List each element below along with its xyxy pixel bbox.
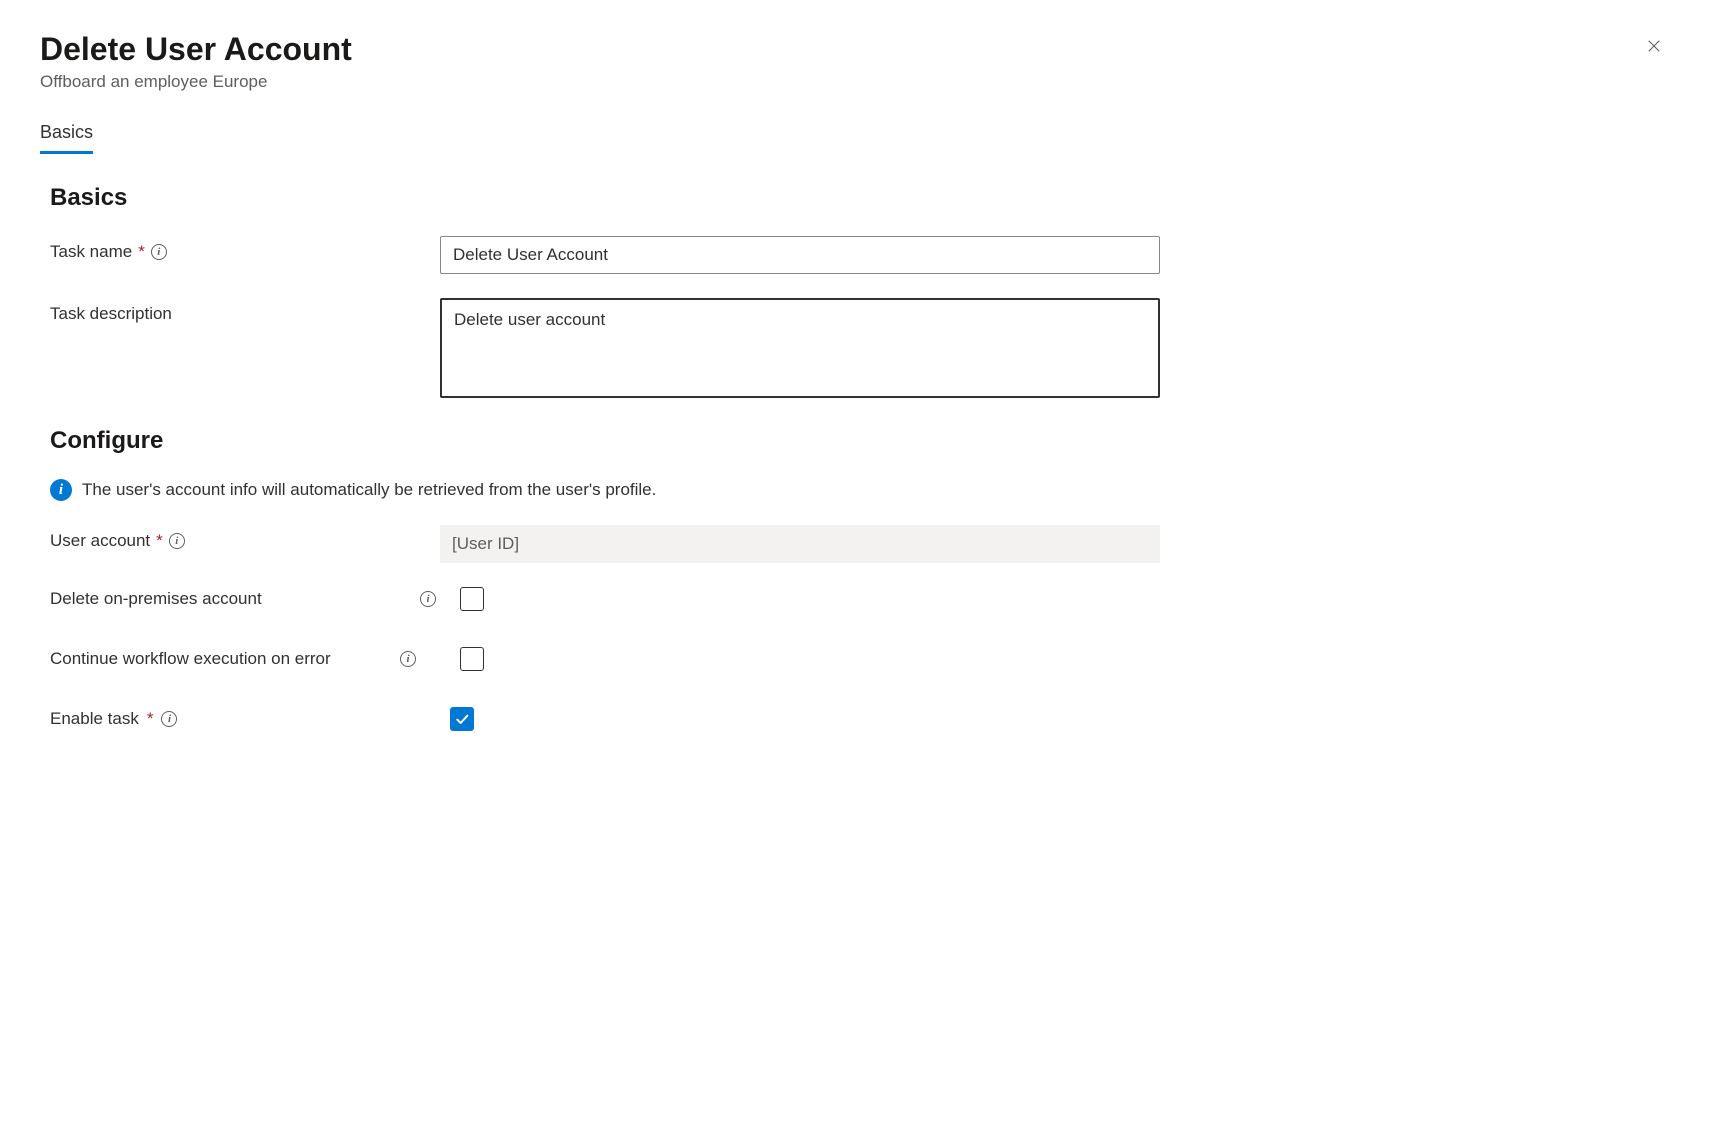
close-icon [1645, 37, 1663, 55]
task-name-input-col [440, 236, 1160, 274]
info-icon[interactable]: i [169, 533, 185, 549]
enable-task-label: Enable task [50, 709, 139, 729]
info-banner-text: The user's account info will automatical… [82, 480, 656, 500]
info-banner-icon: i [50, 479, 72, 501]
page-subtitle: Offboard an employee Europe [40, 72, 352, 92]
info-icon[interactable]: i [161, 711, 177, 727]
header-text: Delete User Account Offboard an employee… [40, 30, 352, 92]
delete-onprem-label: Delete on-premises account [50, 589, 262, 609]
task-description-label-col: Task description [50, 298, 440, 324]
user-account-input-col: [User ID] [440, 525, 1160, 563]
user-account-label-col: User account * i [50, 525, 440, 551]
required-asterisk: * [138, 242, 145, 262]
tab-basics[interactable]: Basics [40, 122, 93, 154]
enable-task-checkbox[interactable] [450, 707, 474, 731]
task-description-label: Task description [50, 304, 172, 324]
close-button[interactable] [1638, 30, 1670, 62]
enable-task-row: Enable task * i [50, 707, 1670, 731]
continue-on-error-row: Continue workflow execution on error i [50, 647, 1670, 671]
task-name-row: Task name * i [50, 236, 1670, 274]
delete-onprem-checkbox[interactable] [460, 587, 484, 611]
continue-on-error-label: Continue workflow execution on error [50, 649, 331, 669]
info-icon[interactable]: i [151, 244, 167, 260]
task-name-input[interactable] [440, 236, 1160, 274]
required-asterisk: * [156, 531, 163, 551]
required-asterisk: * [147, 709, 154, 729]
delete-onprem-label-col: Delete on-premises account [50, 589, 420, 609]
delete-onprem-row: Delete on-premises account i [50, 587, 1670, 611]
user-account-row: User account * i [User ID] [50, 525, 1670, 563]
basics-section-heading: Basics [50, 184, 1670, 212]
info-icon[interactable]: i [420, 591, 436, 607]
page-header: Delete User Account Offboard an employee… [40, 30, 1670, 92]
user-account-label: User account [50, 531, 150, 551]
info-banner: i The user's account info will automatic… [50, 479, 1670, 501]
enable-task-label-col: Enable task * i [50, 709, 450, 729]
info-icon[interactable]: i [400, 651, 416, 667]
task-description-input[interactable] [440, 298, 1160, 398]
task-description-input-col [440, 298, 1160, 403]
continue-on-error-checkbox[interactable] [460, 647, 484, 671]
continue-on-error-label-col: Continue workflow execution on error [50, 649, 400, 669]
user-account-readonly: [User ID] [440, 525, 1160, 563]
checkmark-icon [454, 711, 470, 727]
delete-onprem-info-wrap: i [420, 591, 460, 607]
task-name-label: Task name [50, 242, 132, 262]
page-title: Delete User Account [40, 30, 352, 68]
continue-on-error-info-wrap: i [400, 651, 460, 667]
tabs: Basics [40, 122, 1670, 154]
task-description-row: Task description [50, 298, 1670, 403]
configure-section-heading: Configure [50, 427, 1670, 455]
task-name-label-col: Task name * i [50, 236, 440, 262]
